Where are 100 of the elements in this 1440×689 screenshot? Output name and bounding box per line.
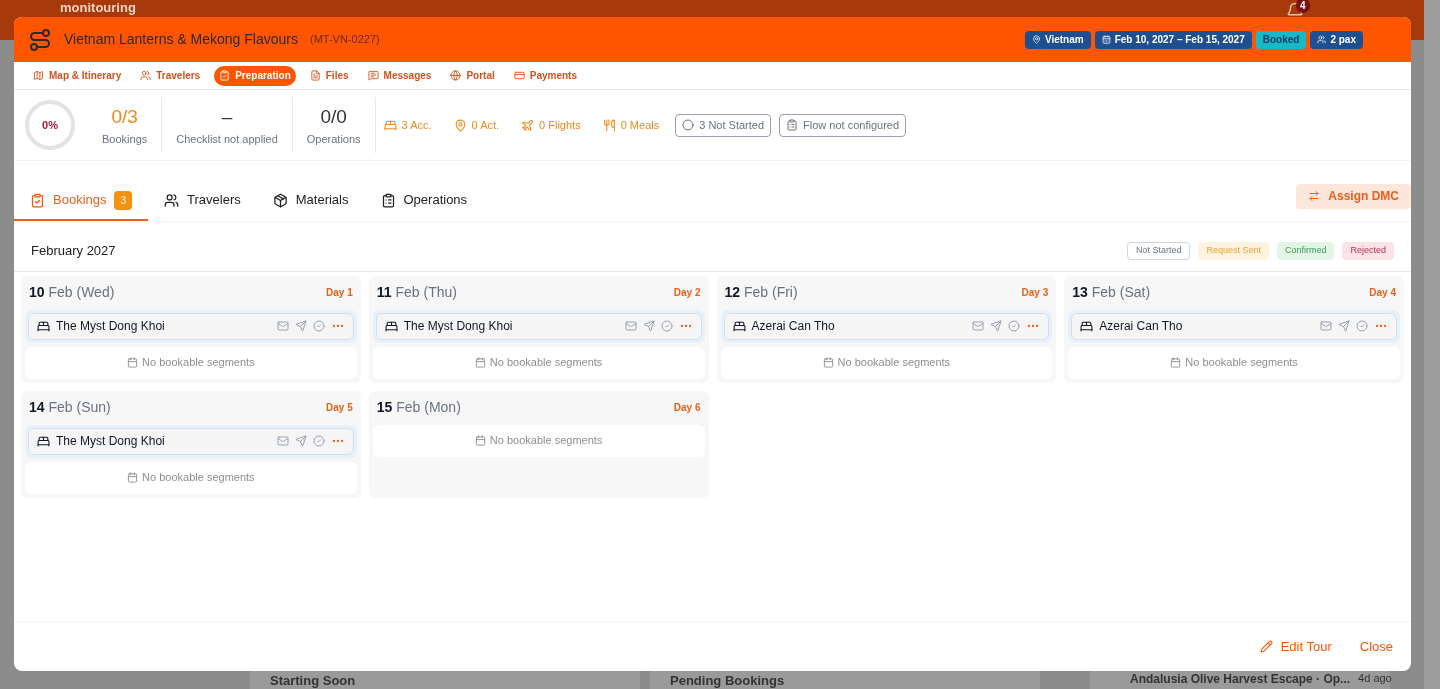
day-label: Day 4: [1369, 286, 1396, 300]
booking-item[interactable]: The Myst Dong Khoi: [28, 427, 354, 455]
nav-tab[interactable]: Preparation: [214, 65, 296, 86]
app-logo[interactable]: monitouring: [60, 0, 136, 16]
people-icon: [1317, 35, 1327, 44]
mail-icon[interactable]: [276, 435, 289, 447]
booking-name: The Myst Dong Khoi: [403, 318, 514, 335]
send-icon[interactable]: [642, 320, 655, 332]
plane-icon: [521, 118, 535, 132]
count-item: 0 Act.: [453, 116, 500, 134]
map-icon: [33, 70, 44, 81]
month-title: February 2027: [31, 242, 116, 260]
bed-icon: [383, 118, 397, 132]
send-icon[interactable]: [990, 320, 1003, 332]
nav-tab[interactable]: Messages: [362, 65, 437, 86]
send-icon[interactable]: [294, 320, 307, 332]
count-item: 3 Acc.: [383, 116, 432, 134]
check-circle-icon[interactable]: [1356, 320, 1368, 332]
card-title: Starting Soon: [270, 672, 356, 689]
legend-item: Not Started: [1126, 241, 1191, 260]
nav-tab[interactable]: Files: [304, 65, 354, 86]
booking-name: The Myst Dong Khoi: [56, 433, 166, 450]
swap-icon: [1308, 190, 1321, 202]
notification-count: 4: [1296, 0, 1310, 13]
activity-time: 4d ago: [1358, 671, 1392, 684]
booking-item[interactable]: Azerai Can Tho: [1071, 312, 1397, 340]
empty-note: No bookable segments: [837, 355, 951, 371]
nav-tab[interactable]: Map & Itinerary: [28, 65, 127, 86]
booking-name: The Myst Dong Khoi: [56, 318, 166, 335]
check-circle-icon[interactable]: [312, 320, 325, 332]
calendar-icon: [127, 357, 139, 368]
day-date: 15 Feb (Mon): [376, 398, 461, 417]
close-button[interactable]: Close: [1359, 636, 1393, 657]
route-icon: [28, 27, 52, 52]
calendar-icon: [474, 435, 486, 446]
day-label: Day 2: [673, 286, 701, 300]
credit-card-icon: [513, 70, 525, 81]
pin-icon: [1031, 35, 1041, 44]
people-icon: [140, 70, 152, 81]
mail-icon[interactable]: [276, 320, 289, 332]
stat-label: Operations: [306, 132, 361, 147]
progress-label: 0%: [41, 117, 59, 133]
day-date: 11 Feb (Thu): [376, 283, 457, 302]
header-badge: Vietnam: [1024, 30, 1091, 49]
calendar-icon: [127, 472, 139, 483]
mail-icon[interactable]: [972, 320, 985, 332]
status-chip: Flow not configured: [779, 113, 907, 137]
stat-label: Checklist not applied: [176, 132, 278, 147]
check-circle-icon[interactable]: [1008, 320, 1021, 332]
bed-icon: [37, 319, 50, 333]
bed-icon: [732, 319, 746, 333]
send-icon[interactable]: [1338, 320, 1350, 332]
stat-value: –: [221, 104, 233, 129]
booking-name: Azerai Can Tho: [1099, 318, 1184, 335]
bed-icon: [1080, 319, 1094, 333]
section-tab[interactable]: Operations: [364, 181, 484, 221]
day-label: Day 1: [326, 286, 353, 300]
card-title: Pending Bookings: [670, 672, 785, 689]
booking-item[interactable]: Azerai Can Tho: [723, 312, 1050, 340]
calendar-icon: [474, 357, 486, 368]
check-circle-icon[interactable]: [660, 320, 673, 332]
edit-tour-button[interactable]: Edit Tour: [1259, 636, 1332, 657]
scrollbar[interactable]: [1424, 0, 1440, 689]
empty-note: No bookable segments: [489, 355, 603, 371]
header-badge: Feb 10, 2027 – Feb 15, 2027: [1094, 30, 1252, 49]
mail-icon[interactable]: [624, 320, 637, 332]
day-label: Day 5: [326, 401, 353, 415]
stat-value: 0/3: [111, 104, 138, 129]
nav-tab[interactable]: Travelers: [135, 65, 206, 86]
send-icon[interactable]: [294, 435, 307, 447]
booking-item[interactable]: The Myst Dong Khoi: [375, 312, 702, 340]
stat-value: 0/0: [320, 104, 347, 129]
legend-item: Rejected: [1342, 241, 1394, 260]
document-icon: [309, 70, 321, 81]
legend-item: Confirmed: [1276, 241, 1335, 260]
nav-tab[interactable]: Payments: [508, 65, 582, 86]
people-icon: [164, 192, 180, 208]
message-icon: [367, 70, 379, 81]
section-tab[interactable]: Bookings 3: [14, 181, 149, 221]
utensils-icon: [602, 118, 616, 132]
mail-icon[interactable]: [1320, 320, 1332, 332]
day-date: 12 Feb (Fri): [724, 283, 798, 302]
section-tab[interactable]: Travelers: [148, 181, 257, 221]
status-chip: 3 Not Started: [675, 113, 772, 137]
empty-note: No bookable segments: [142, 470, 255, 486]
day-label: Day 3: [1021, 286, 1049, 300]
activity-title: Andalusia Olive Harvest Escape · Op...: [1130, 671, 1351, 688]
nav-tab[interactable]: Portal: [445, 65, 500, 86]
box-icon: [272, 192, 288, 208]
bed-icon: [384, 319, 398, 333]
calendar-icon: [1170, 357, 1182, 368]
section-tab[interactable]: Materials: [256, 181, 365, 221]
booking-item[interactable]: The Myst Dong Khoi: [28, 312, 354, 340]
day-label: Day 6: [673, 401, 701, 415]
empty-note: No bookable segments: [1185, 355, 1298, 371]
day-date: 13 Feb (Sat): [1072, 283, 1151, 302]
check-circle-icon[interactable]: [312, 435, 325, 447]
legend-item: Request Sent: [1198, 241, 1269, 260]
assign-dmc-button[interactable]: Assign DMC: [1296, 183, 1411, 209]
stat-label: Bookings: [102, 132, 148, 147]
